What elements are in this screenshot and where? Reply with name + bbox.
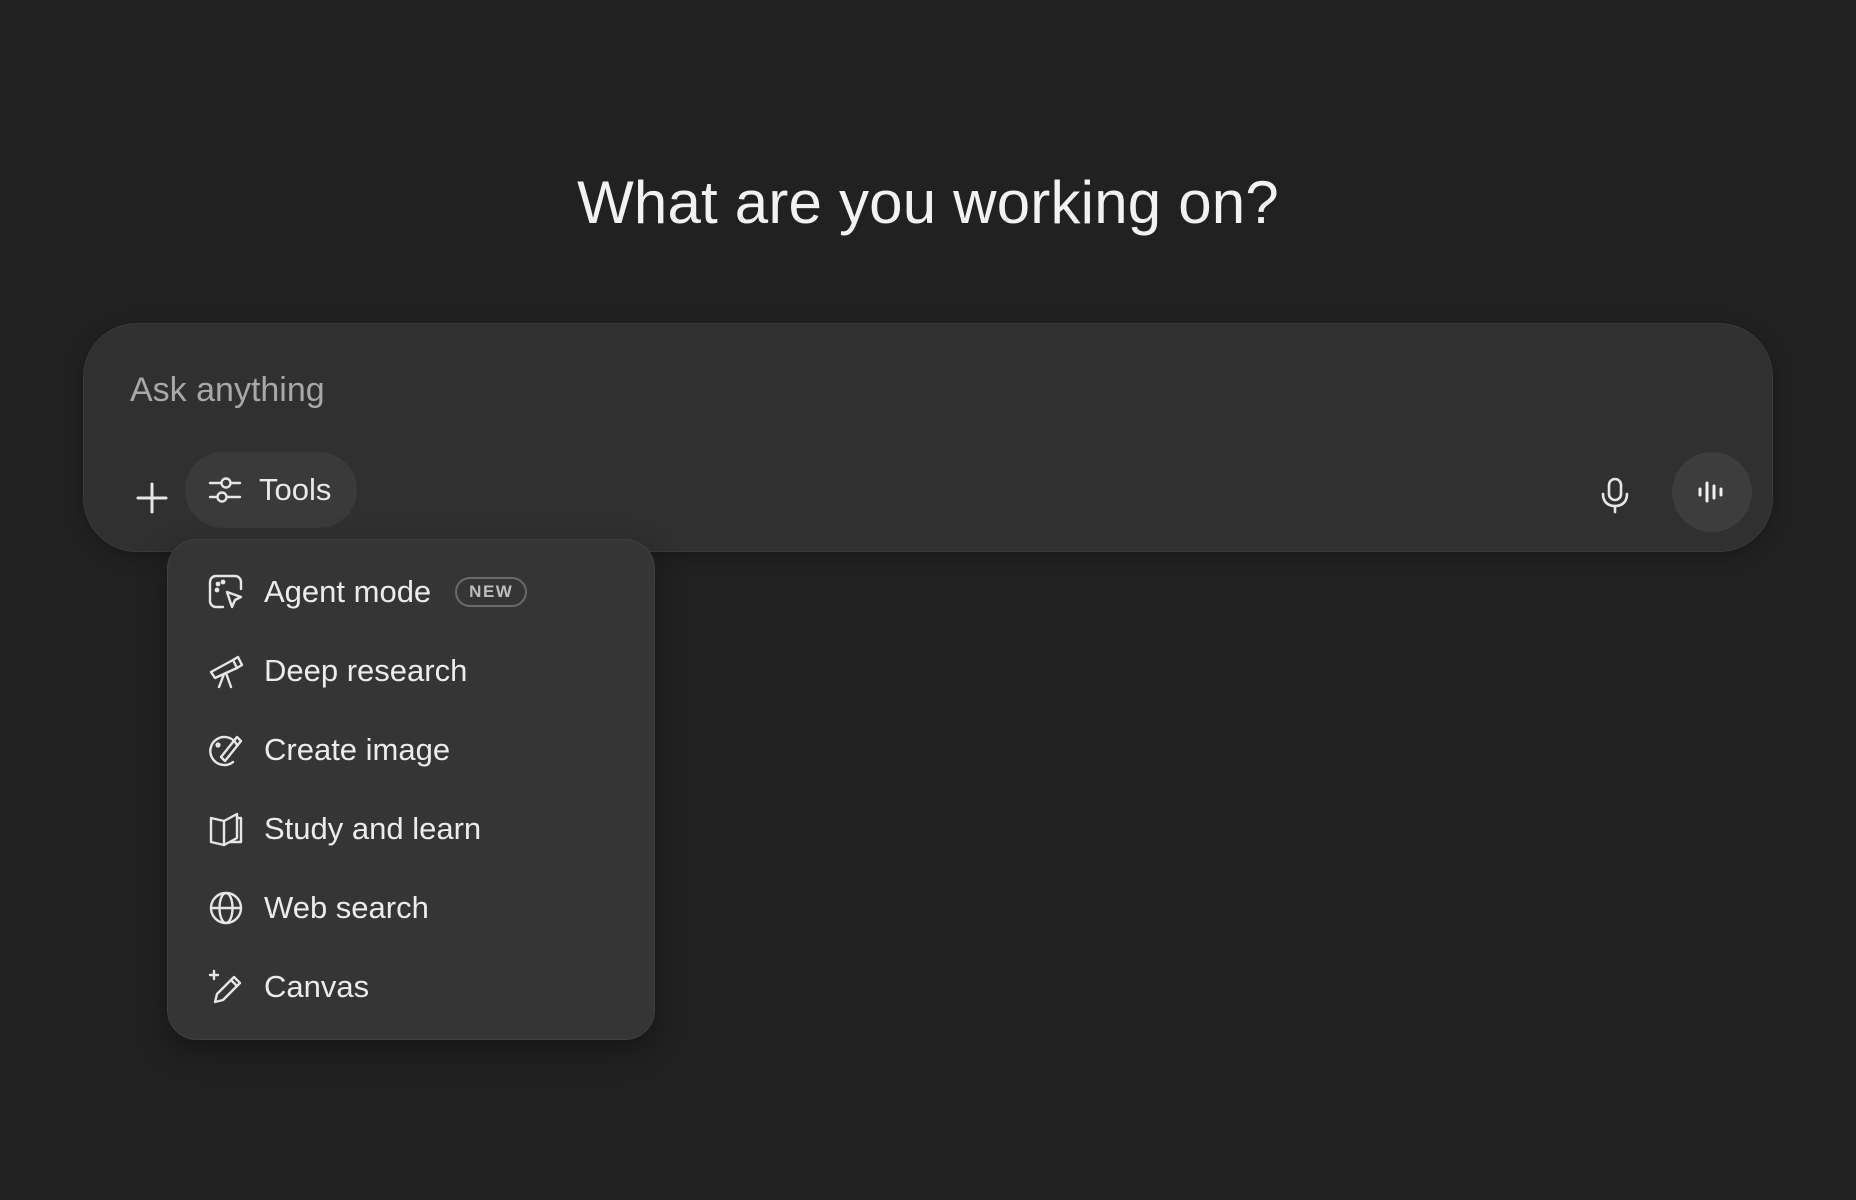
globe-icon — [206, 888, 246, 928]
tools-menu: Agent mode NEW Deep research Create imag… — [167, 539, 655, 1040]
chat-composer: Tools — [83, 323, 1773, 552]
menu-item-web-search[interactable]: Web search — [168, 868, 654, 947]
menu-item-label: Study and learn — [264, 810, 482, 846]
microphone-icon — [1601, 477, 1629, 514]
menu-item-label: Agent mode — [264, 573, 432, 609]
new-badge: NEW — [455, 576, 528, 607]
tools-button[interactable]: Tools — [185, 452, 357, 528]
palette-brush-icon — [206, 730, 246, 770]
menu-item-label: Create image — [264, 731, 451, 767]
menu-item-create-image[interactable]: Create image — [168, 710, 654, 789]
menu-item-label: Deep research — [264, 652, 468, 688]
page: What are you working on? Tools — [0, 0, 1856, 1200]
menu-item-label: Web search — [264, 889, 429, 925]
prompt-input[interactable] — [130, 364, 1690, 416]
menu-item-study-and-learn[interactable]: Study and learn — [168, 789, 654, 868]
voice-mode-button[interactable] — [1672, 452, 1752, 532]
telescope-icon — [206, 651, 246, 691]
sliders-icon — [208, 477, 242, 503]
menu-item-agent-mode[interactable]: Agent mode NEW — [168, 552, 654, 631]
dictate-button[interactable] — [1580, 460, 1650, 530]
voice-waveform-icon — [1698, 481, 1723, 503]
menu-item-label: Canvas — [264, 968, 370, 1004]
sparkle-pencil-icon — [206, 967, 246, 1007]
add-attachment-button[interactable] — [122, 468, 182, 528]
open-book-icon — [206, 809, 246, 849]
plus-icon — [136, 482, 168, 514]
page-heading: What are you working on? — [577, 169, 1279, 236]
menu-item-canvas[interactable]: Canvas — [168, 947, 654, 1026]
menu-item-deep-research[interactable]: Deep research — [168, 631, 654, 710]
agent-cursor-icon — [206, 572, 246, 612]
tools-button-label: Tools — [259, 472, 332, 507]
